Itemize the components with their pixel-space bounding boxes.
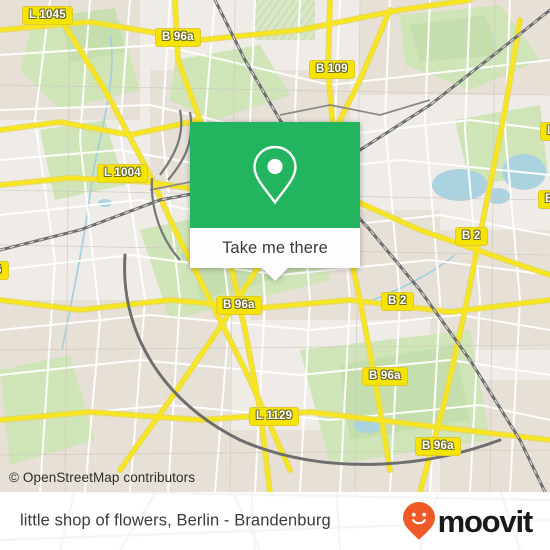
road-shield: B 2 [455, 227, 488, 246]
moovit-brand[interactable]: moovit [402, 501, 534, 541]
footer-bar: little shop of flowers, Berlin - Branden… [0, 492, 550, 550]
moovit-wordmark: moovit [437, 503, 534, 539]
road-shield-clipped: 6 [0, 261, 9, 280]
location-pin-icon [253, 145, 297, 205]
screenshot-root: L 1045 B 96a B 109 L 1004 B 2 B 96a B 2 … [0, 0, 550, 550]
road-shield: B 109 [309, 60, 355, 79]
moovit-smiley-pin-icon [402, 502, 435, 540]
popup-pointer-tail [262, 268, 288, 281]
popup-cta-label: Take me there [222, 238, 328, 257]
road-shield: L 1045 [22, 6, 73, 25]
road-shield: L 1129 [249, 407, 300, 426]
road-shield: L 1004 [97, 164, 148, 183]
page-title: little shop of flowers, Berlin - Branden… [20, 511, 331, 530]
road-shield: B 96a [415, 437, 461, 456]
road-shield-clipped: L [540, 122, 550, 141]
road-shield: B 96a [362, 367, 408, 386]
popup-cta-button[interactable]: Take me there [190, 228, 360, 268]
road-shield-clipped: B [538, 190, 550, 209]
osm-attribution[interactable]: © OpenStreetMap contributors [9, 470, 195, 485]
road-shield: B 2 [381, 292, 414, 311]
map-popup-card[interactable]: Take me there [190, 122, 360, 281]
road-shield: B 96a [216, 296, 262, 315]
popup-header [190, 122, 360, 228]
map-viewport[interactable]: L 1045 B 96a B 109 L 1004 B 2 B 96a B 2 … [0, 0, 550, 492]
road-shield: B 96a [155, 28, 201, 47]
